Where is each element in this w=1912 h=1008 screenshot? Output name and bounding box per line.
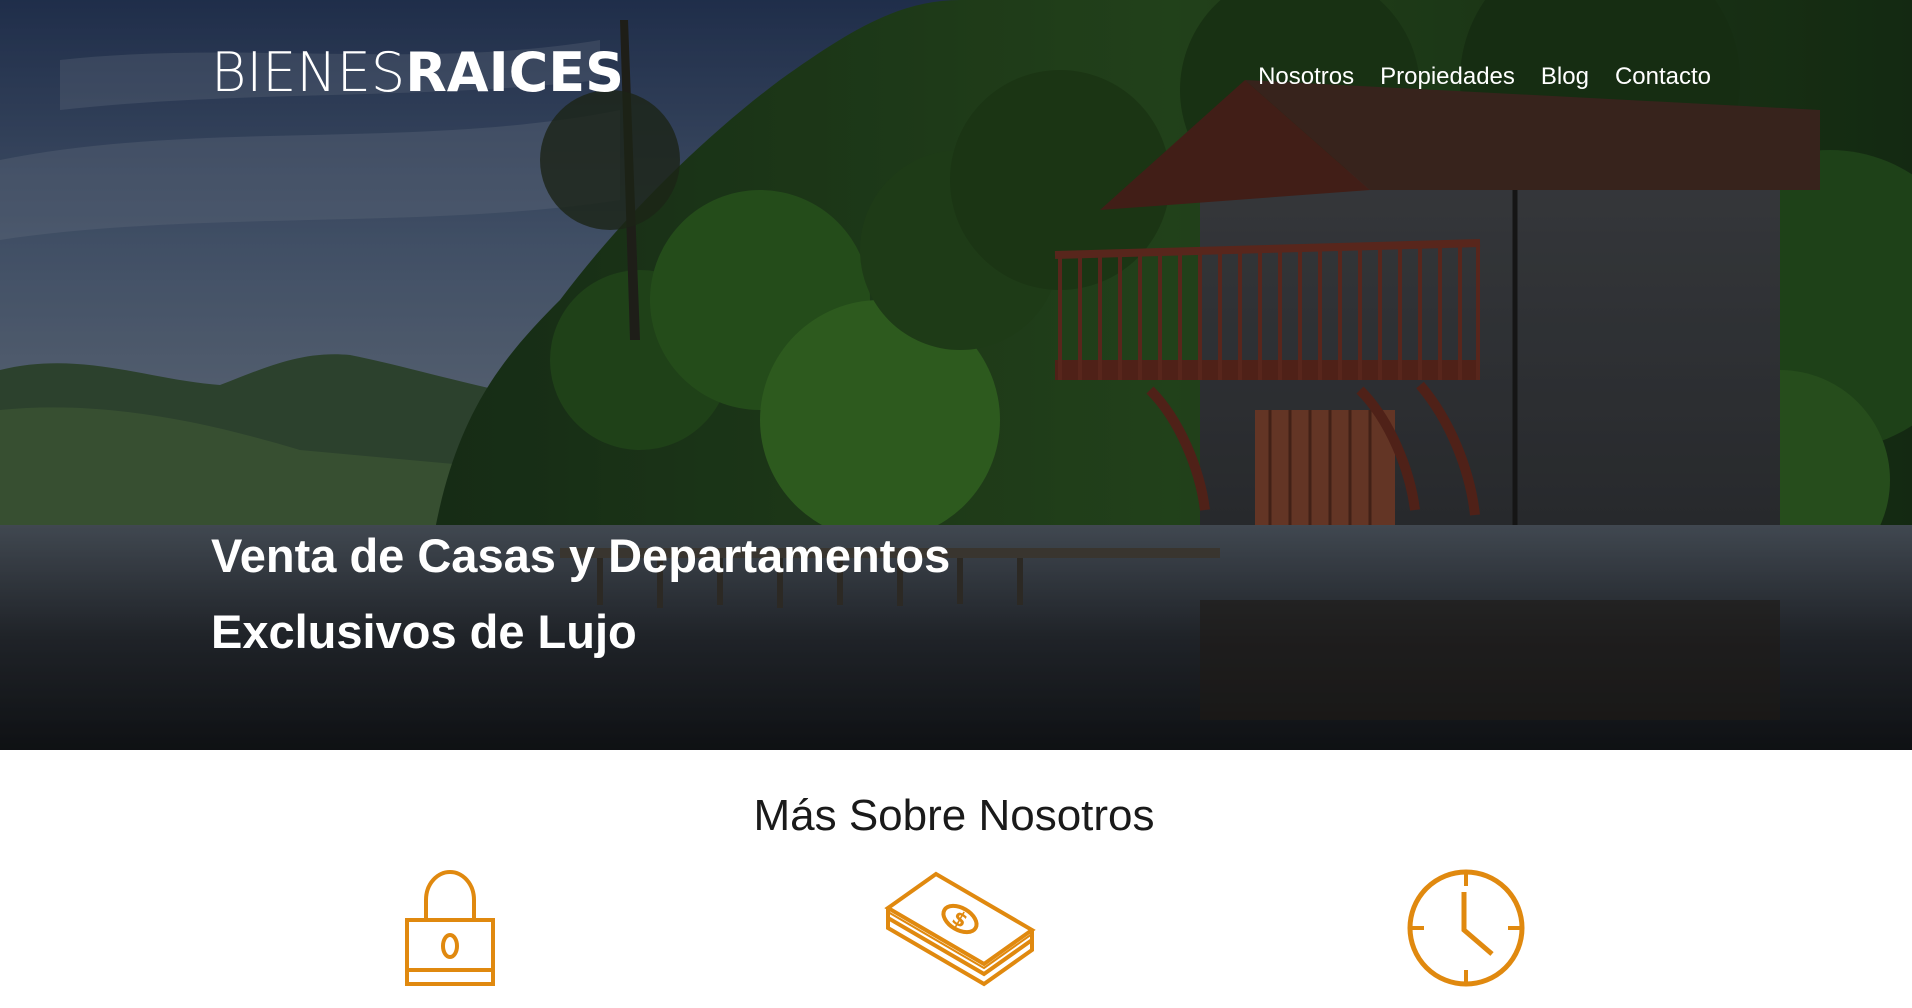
main-navigation: Nosotros Propiedades Blog Contacto (1258, 62, 1711, 92)
logo-text-bold: RAICES (405, 41, 625, 104)
nav-link-blog[interactable]: Blog (1541, 62, 1589, 92)
nav-link-nosotros[interactable]: Nosotros (1258, 62, 1354, 92)
clock-icon (1406, 868, 1526, 988)
site-header: BIENESRAICES Nosotros Propiedades Blog C… (211, 40, 1711, 120)
nav-link-propiedades[interactable]: Propiedades (1380, 62, 1515, 92)
money-icon: $ (884, 868, 1036, 988)
hero-title: Venta de Casas y Departamentos Exclusivo… (211, 518, 1111, 670)
hero-section: BIENESRAICES Nosotros Propiedades Blog C… (0, 0, 1912, 750)
site-logo[interactable]: BIENESRAICES (211, 40, 624, 106)
about-section: Más Sobre Nosotros $ (0, 750, 1912, 1008)
lock-icon (404, 868, 496, 988)
feature-icons: $ (0, 868, 1912, 1008)
nav-link-contacto[interactable]: Contacto (1615, 62, 1711, 92)
hero-title-line-1: Venta de Casas y Departamentos (211, 529, 951, 582)
hero-title-line-2: Exclusivos de Lujo (211, 605, 637, 658)
about-section-title: Más Sobre Nosotros (753, 791, 1155, 840)
logo-text-light: BIENES (211, 41, 406, 104)
